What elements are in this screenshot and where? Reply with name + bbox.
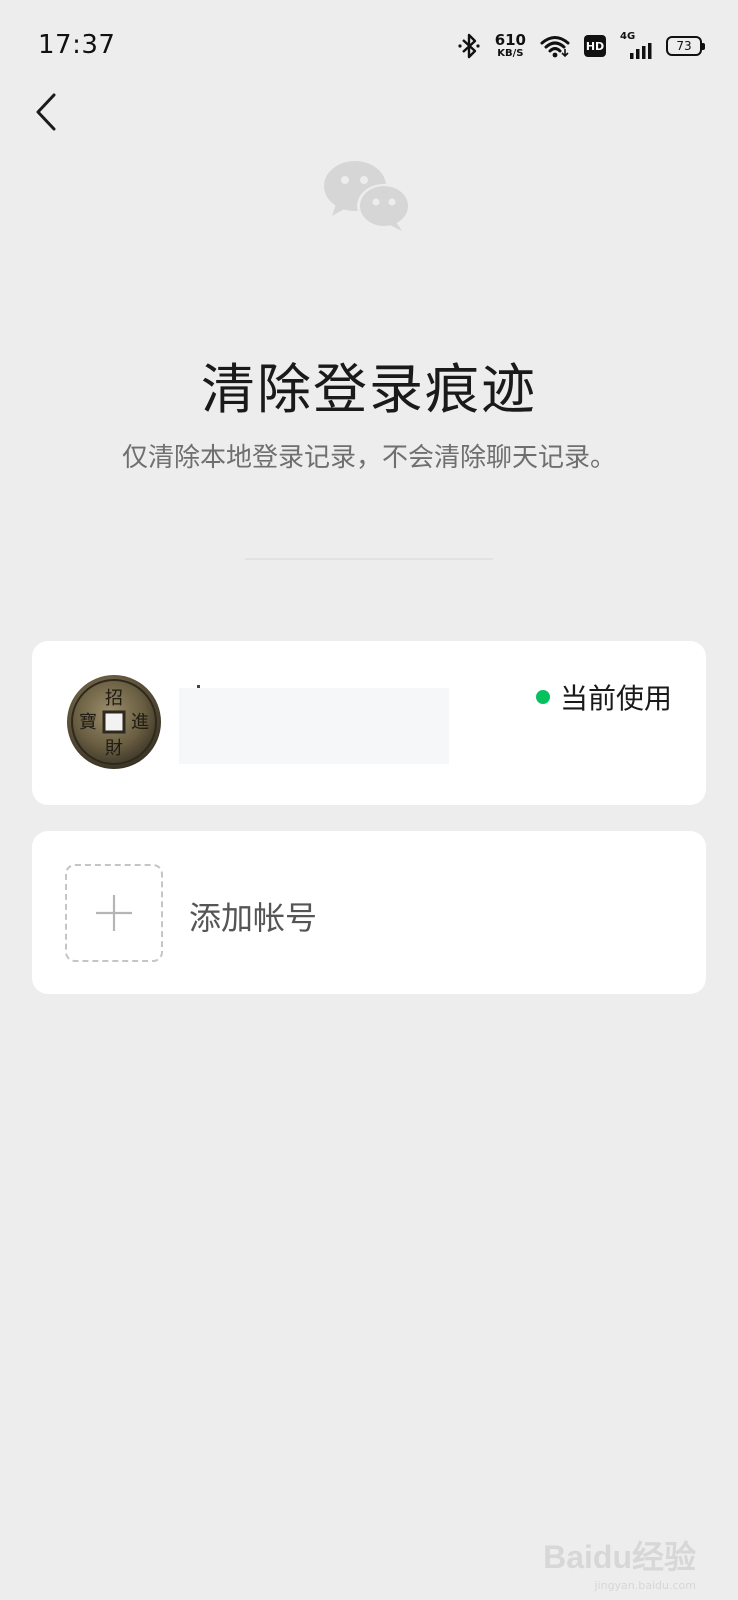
plus-icon [96,895,132,931]
battery-level: 73 [676,39,692,53]
svg-text:進: 進 [131,712,149,733]
svg-text:招: 招 [105,688,123,709]
watermark-logo: Baidu经验 jingyan.baidu.com [543,1532,696,1592]
add-account-button[interactable]: 添加帐号 [32,831,706,994]
account-name-fragment [197,685,200,688]
page-subtitle: 仅清除本地登录记录，不会清除聊天记录。 [121,443,616,473]
status-time: 17:37 [38,30,116,60]
svg-text:寶: 寶 [79,712,97,733]
wifi-icon [540,36,570,58]
chevron-left-icon [36,93,56,131]
add-account-label: 添加帐号 [189,899,318,937]
page-title: 清除登录痕迹 [201,358,537,421]
status-dot-icon [535,690,550,704]
status-icons: 610 KB/S HD 4G 73 [457,30,705,62]
current-status: 当前使用 [535,677,672,717]
account-name-redacted [179,688,449,764]
status-bar: 17:37 610 KB/S HD 4G 73 [0,0,738,90]
network-type: 4G [620,31,636,42]
add-account-box [65,864,163,962]
cellular-signal-icon: 4G [620,31,652,59]
watermark-sub: jingyan.baidu.com [594,1579,696,1592]
svg-text:財: 財 [105,738,123,759]
account-card[interactable]: 招 進 財 寶 当前使用 [32,641,706,805]
back-button[interactable] [24,90,68,134]
network-speed: 610 KB/S [495,33,526,59]
screen: 17:37 610 KB/S HD 4G 73 清除登录痕迹 仅清除本地登录记录… [0,0,738,1600]
watermark-main: Baidu经验 [543,1539,696,1575]
bluetooth-icon [458,33,480,59]
battery-icon: 73 [666,36,705,56]
wechat-logo-icon [324,161,411,231]
network-speed-unit: KB/S [497,48,524,59]
avatar: 招 進 財 寶 [67,675,161,769]
network-speed-value: 610 [494,31,526,49]
divider [245,558,493,560]
hd-icon: HD [584,35,606,57]
current-status-label: 当前使用 [559,682,672,715]
